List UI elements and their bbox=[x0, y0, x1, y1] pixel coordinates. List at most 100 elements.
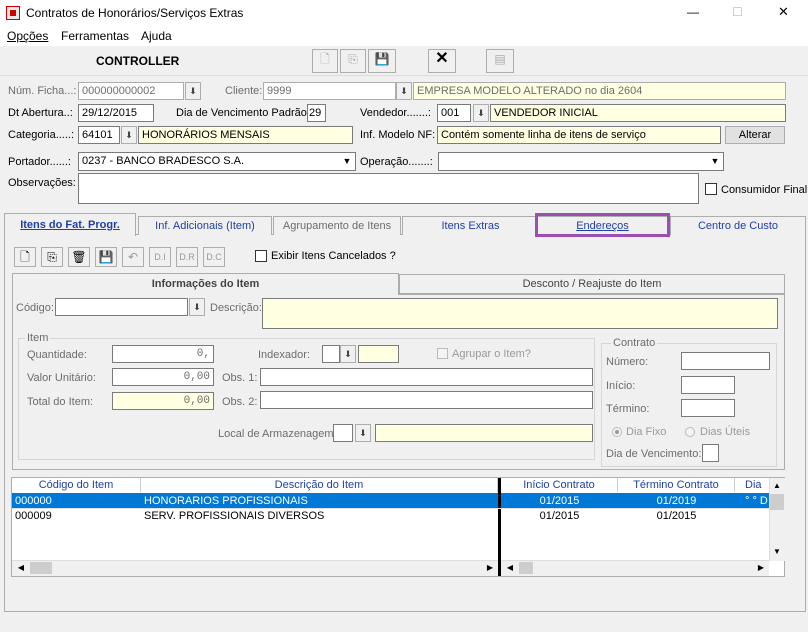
scroll-down-icon[interactable]: ▼ bbox=[769, 544, 785, 559]
tab-inf-adicionais[interactable]: Inf. Adicionais (Item) bbox=[138, 216, 272, 235]
portador-dropdown-icon[interactable]: ▼ bbox=[339, 153, 355, 169]
agrupar-checkbox[interactable] bbox=[437, 348, 448, 359]
save-icon[interactable]: 💾 bbox=[368, 49, 396, 73]
categoria-code-input[interactable]: 64101 bbox=[78, 126, 120, 144]
ficha-input[interactable]: 000000000002 bbox=[78, 82, 184, 100]
valor-input[interactable]: 0,00 bbox=[112, 368, 214, 386]
dias-uteis-label: Dias Úteis bbox=[700, 426, 751, 438]
indexador-lookup-icon[interactable]: ⬇ bbox=[340, 345, 356, 363]
operacao-dropdown-icon[interactable]: ▼ bbox=[707, 153, 723, 169]
minimize-button[interactable]: — bbox=[687, 5, 699, 19]
scroll-left-icon[interactable]: ◀ bbox=[13, 561, 29, 575]
undo-icon[interactable]: ↶ bbox=[122, 247, 144, 267]
local-lookup-icon[interactable]: ⬇ bbox=[355, 424, 371, 442]
menu-ajuda[interactable]: Ajuda bbox=[141, 29, 172, 43]
subtab-desconto[interactable]: Desconto / Reajuste do Item bbox=[399, 274, 785, 294]
copy-icon[interactable]: ⎘ bbox=[340, 49, 366, 73]
dc-button[interactable]: D.C bbox=[203, 247, 225, 267]
trash-icon[interactable]: 🗑 bbox=[68, 247, 90, 267]
inicio-label: Início: bbox=[606, 380, 636, 392]
codigo-input[interactable] bbox=[55, 298, 188, 316]
quantidade-input[interactable]: 0, bbox=[112, 345, 214, 363]
tab-itens-fat[interactable]: Itens do Fat. Progr. bbox=[4, 213, 136, 236]
cliente-name-input[interactable]: EMPRESA MODELO ALTERADO no dia 2604 bbox=[413, 82, 786, 100]
total-input[interactable]: 0,00 bbox=[112, 392, 214, 410]
indexador-input[interactable] bbox=[322, 345, 340, 363]
inicio-input[interactable] bbox=[681, 376, 735, 394]
vendedor-lookup-icon[interactable]: ⬇ bbox=[473, 104, 489, 122]
operacao-select[interactable] bbox=[438, 152, 724, 171]
dr-button[interactable]: D.R bbox=[176, 247, 198, 267]
tab-centro-custo[interactable]: Centro de Custo bbox=[670, 216, 806, 235]
menu-opcoes[interactable]: Opções bbox=[7, 29, 48, 43]
vendedor-code-input[interactable]: 001 bbox=[437, 104, 471, 122]
scroll-up-icon[interactable]: ▲ bbox=[769, 478, 785, 493]
col-inicio[interactable]: Início Contrato bbox=[501, 478, 618, 492]
dias-uteis-radio[interactable] bbox=[685, 427, 695, 437]
cliente-code-input[interactable]: 9999 bbox=[263, 82, 396, 100]
operacao-label: Operação.......: bbox=[360, 156, 433, 168]
grid-hscrollbar-right[interactable] bbox=[501, 560, 769, 576]
exibir-checkbox[interactable] bbox=[255, 250, 267, 262]
col-dia[interactable]: Dia V bbox=[735, 478, 769, 492]
portador-select[interactable]: 0237 - BANCO BRADESCO S.A. bbox=[78, 152, 356, 171]
dia-venc-input[interactable] bbox=[702, 444, 719, 462]
save-item-icon[interactable]: 💾 bbox=[95, 247, 117, 267]
col-descricao[interactable]: Descrição do Item bbox=[141, 478, 498, 492]
tab-itens-extras[interactable]: Itens Extras bbox=[402, 216, 539, 235]
modelo-input[interactable]: Contém somente linha de itens de serviço bbox=[437, 126, 721, 144]
cliente-lookup-icon[interactable]: ⬇ bbox=[396, 82, 412, 100]
indexador-desc-input[interactable] bbox=[358, 345, 399, 363]
obs2-input[interactable] bbox=[260, 391, 593, 409]
local-desc-input[interactable] bbox=[375, 424, 593, 442]
new-item-icon[interactable]: 🗋 bbox=[14, 247, 36, 267]
col-codigo[interactable]: Código do Item bbox=[12, 478, 141, 492]
scroll-left-icon-2[interactable]: ◀ bbox=[502, 561, 518, 575]
row2-codigo[interactable]: 000009 bbox=[12, 509, 141, 523]
ficha-lookup-icon[interactable]: ⬇ bbox=[185, 82, 201, 100]
categoria-lookup-icon[interactable]: ⬇ bbox=[121, 126, 137, 144]
obs-textarea[interactable] bbox=[78, 173, 699, 204]
maximize-button[interactable]: ☐ bbox=[732, 5, 743, 19]
scroll-hthumb-right[interactable] bbox=[519, 562, 533, 574]
categoria-name-input[interactable]: HONORÁRIOS MENSAIS bbox=[138, 126, 353, 144]
abertura-input[interactable]: 29/12/2015 bbox=[78, 104, 154, 122]
codigo-lookup-icon[interactable]: ⬇ bbox=[189, 298, 205, 316]
report-icon[interactable]: ▤ bbox=[486, 49, 514, 73]
numero-input[interactable] bbox=[681, 352, 770, 370]
consumidor-label: Consumidor Final bbox=[721, 184, 808, 196]
di-button[interactable]: D.I bbox=[149, 247, 171, 267]
close-button[interactable]: ✕ bbox=[778, 5, 789, 19]
abertura-label: Dt Abertura..: bbox=[8, 107, 73, 119]
menu-ferramentas[interactable]: Ferramentas bbox=[61, 29, 129, 43]
termino-input[interactable] bbox=[681, 399, 735, 417]
highlight-box bbox=[535, 213, 670, 237]
obs1-input[interactable] bbox=[260, 368, 593, 386]
scroll-right-icon[interactable]: ▶ bbox=[482, 561, 498, 575]
new-icon[interactable]: 🗋 bbox=[312, 49, 338, 73]
row2-termino[interactable]: 01/2015 bbox=[618, 509, 735, 523]
grid-hscrollbar-left[interactable] bbox=[12, 560, 498, 576]
scroll-hthumb-left[interactable] bbox=[30, 562, 52, 574]
descricao-input[interactable] bbox=[262, 298, 778, 329]
vencimento-input[interactable]: 29 bbox=[307, 104, 326, 122]
exibir-label: Exibir Itens Cancelados ? bbox=[271, 250, 396, 262]
alterar-button[interactable]: Alterar bbox=[725, 126, 785, 144]
row2-descricao[interactable]: SERV. PROFISSIONAIS DIVERSOS bbox=[141, 509, 498, 523]
delete-icon[interactable]: ✕ bbox=[428, 49, 456, 73]
vendedor-name-input[interactable]: VENDEDOR INICIAL bbox=[490, 104, 786, 122]
tab-agrupamento[interactable]: Agrupamento de Itens bbox=[273, 216, 401, 235]
dia-fixo-radio[interactable] bbox=[612, 427, 622, 437]
col-termino[interactable]: Término Contrato bbox=[618, 478, 735, 492]
copy-item-icon[interactable]: ⎘ bbox=[41, 247, 63, 267]
scroll-thumb[interactable] bbox=[770, 494, 784, 510]
scroll-right-icon-2[interactable]: ▶ bbox=[753, 561, 769, 575]
local-input[interactable] bbox=[333, 424, 353, 442]
modelo-label: Inf. Modelo NF: bbox=[360, 129, 436, 141]
row2-inicio[interactable]: 01/2015 bbox=[501, 509, 618, 523]
subtab-informacoes[interactable]: Informações do Item bbox=[12, 273, 399, 295]
obs1-label: Obs. 1: bbox=[222, 372, 258, 384]
quantidade-label: Quantidade: bbox=[27, 349, 87, 361]
consumidor-checkbox[interactable] bbox=[705, 183, 717, 195]
window-title: Contratos de Honorários/Serviços Extras bbox=[26, 6, 244, 20]
